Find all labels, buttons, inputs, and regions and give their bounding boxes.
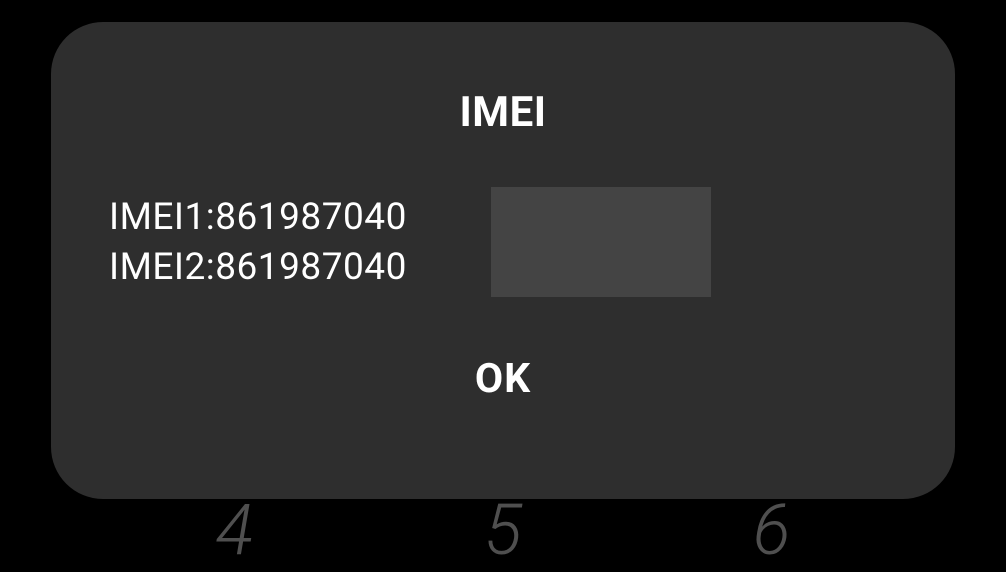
imei-dialog: IMEI IMEI1:861987040 IMEI2:861987040 OK — [51, 22, 955, 499]
redaction-overlay — [491, 187, 711, 297]
imei2-value: 861987040 — [215, 246, 407, 289]
keypad-digit-4[interactable]: 4 — [215, 490, 253, 572]
keypad-digit-5[interactable]: 5 — [484, 490, 522, 572]
ok-button[interactable]: OK — [51, 355, 955, 403]
dialog-content: IMEI1:861987040 IMEI2:861987040 — [51, 193, 955, 293]
keypad-digit-6[interactable]: 6 — [753, 490, 791, 572]
dialog-title: IMEI — [51, 88, 955, 137]
imei2-label: IMEI2: — [109, 246, 215, 289]
imei1-value: 861987040 — [215, 196, 407, 239]
imei1-label: IMEI1: — [109, 196, 215, 239]
keypad-row: 4 5 6 — [0, 490, 1006, 572]
